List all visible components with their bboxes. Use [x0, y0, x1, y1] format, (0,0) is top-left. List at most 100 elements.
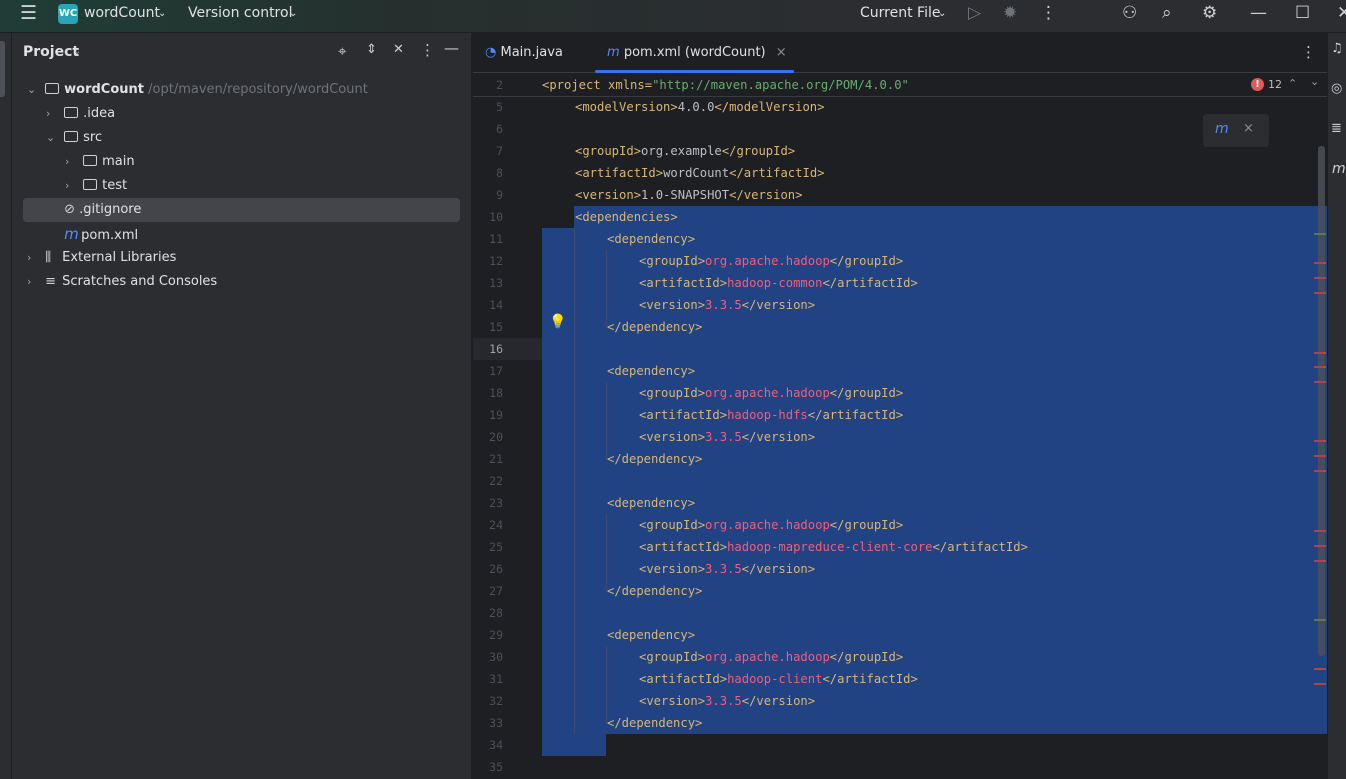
chevron-right-icon[interactable]: › — [65, 150, 79, 174]
project-tool-button[interactable] — [0, 41, 5, 97]
run-icon[interactable]: ▷ — [968, 3, 981, 23]
tree-item-label: main — [102, 154, 135, 169]
code-line: <groupId>org.example</groupId> — [575, 140, 795, 162]
error-stripe-mark[interactable] — [1314, 381, 1326, 383]
options-icon[interactable]: ⋮ — [420, 41, 435, 59]
add-user-icon[interactable]: ⚇ — [1122, 3, 1137, 23]
error-icon[interactable]: ! — [1251, 78, 1264, 91]
error-stripe-mark[interactable] — [1314, 683, 1326, 685]
change-stripe-mark[interactable] — [1314, 233, 1326, 235]
change-stripe-mark[interactable] — [1314, 619, 1326, 621]
prev-error-icon[interactable]: ⌃ — [1288, 77, 1297, 90]
tree-item[interactable]: › ⫼ External Libraries — [23, 246, 460, 270]
module-folder-icon — [45, 82, 64, 97]
code-tag: <artifactId> — [639, 540, 728, 554]
indent-guide — [574, 228, 575, 734]
ai-assistant-icon[interactable]: ◎ — [1331, 81, 1342, 96]
scrollbar[interactable] — [1318, 146, 1325, 656]
code-value: org.apache.hadoop — [705, 254, 830, 268]
code-tag: <groupId> — [639, 386, 706, 400]
error-stripe-mark[interactable] — [1314, 668, 1326, 670]
tree-item[interactable]: › test — [23, 174, 460, 198]
minimize-icon[interactable]: — — [1250, 3, 1267, 23]
selection-highlight — [542, 734, 606, 756]
error-stripe-mark[interactable] — [1314, 545, 1326, 547]
project-selector[interactable]: wordCount — [84, 5, 160, 21]
run-config-selector[interactable]: Current File — [860, 5, 940, 21]
code-tag: </groupId> — [721, 144, 796, 158]
line-number: 28 — [489, 606, 503, 620]
line-number: 23 — [489, 496, 503, 510]
tab-main-java[interactable]: ◔ Main.java — [485, 33, 563, 73]
tree-item[interactable]: › .idea — [23, 102, 460, 126]
next-error-icon[interactable]: ⌄ — [1310, 75, 1319, 88]
error-stripe-mark[interactable] — [1314, 352, 1326, 354]
hide-panel-icon[interactable]: — — [444, 39, 459, 57]
expand-all-icon[interactable]: ⇕ — [366, 42, 377, 57]
line-number: 6 — [496, 122, 503, 136]
code-tag: </artifactId> — [729, 166, 825, 180]
tree-item[interactable]: ⊘ .gitignore — [23, 198, 460, 222]
close-window-icon[interactable]: ✕ — [1337, 3, 1346, 23]
settings-gear-icon[interactable]: ⚙ — [1202, 3, 1217, 23]
chevron-down-icon[interactable]: ⌄ — [27, 78, 41, 102]
chevron-right-icon[interactable]: › — [46, 102, 60, 126]
line-number: 29 — [489, 628, 503, 642]
panel-title[interactable]: Project — [23, 44, 79, 60]
code-line: </dependency> — [607, 580, 702, 602]
code-tag: <artifactId> — [575, 166, 664, 180]
code-tag: </modelVersion> — [714, 100, 825, 114]
tab-options-icon[interactable]: ⋮ — [1301, 43, 1316, 61]
code-line: <dependency> — [607, 492, 695, 514]
version-control-menu[interactable]: Version control — [188, 5, 292, 21]
selection-highlight — [542, 338, 1327, 360]
line-number: 20 — [489, 430, 503, 444]
line-number: 9 — [496, 188, 503, 202]
more-icon[interactable]: ⋮ — [1040, 3, 1057, 23]
error-stripe-mark[interactable] — [1314, 530, 1326, 532]
close-popup-icon[interactable]: × — [1243, 121, 1254, 136]
locate-icon[interactable]: ⌖ — [338, 42, 346, 60]
code-line: <artifactId>hadoop-common</artifactId> — [639, 272, 918, 294]
tab-pom-xml[interactable]: m pom.xml (wordCount) × — [595, 33, 794, 73]
error-stripe-mark[interactable] — [1314, 292, 1326, 294]
maven-tool-icon[interactable]: m — [1332, 161, 1346, 177]
close-tab-icon[interactable]: × — [776, 45, 787, 60]
error-stripe-mark[interactable] — [1314, 366, 1326, 368]
maximize-icon[interactable]: ☐ — [1295, 3, 1310, 23]
lightbulb-icon[interactable]: 💡 — [549, 314, 566, 330]
sticky-line: 2 <project xmlns="http://maven.apache.or… — [473, 74, 1327, 97]
tree-item[interactable]: › ≡ Scratches and Consoles — [23, 270, 460, 294]
tree-item-path: /opt/maven/repository/wordCount — [148, 82, 368, 97]
chevron-right-icon[interactable] — [46, 224, 60, 248]
error-stripe-mark[interactable] — [1314, 440, 1326, 442]
tree-item[interactable]: m pom.xml — [23, 222, 460, 246]
chevron-down-icon[interactable]: ⌄ — [46, 126, 60, 150]
code-value: hadoop-common — [727, 276, 823, 290]
tree-item[interactable]: ⌄ wordCount /opt/maven/repository/wordCo… — [23, 78, 460, 102]
error-stripe-mark[interactable] — [1314, 277, 1326, 279]
maven-reload-icon[interactable]: m — [1215, 121, 1229, 137]
main-menu-icon[interactable]: ☰ — [20, 2, 37, 24]
tree-item[interactable]: › main — [23, 150, 460, 174]
code-string: "http://maven.apache.org/POM/4.0.0" — [652, 78, 909, 92]
chevron-right-icon[interactable] — [46, 198, 60, 222]
code-tag: <groupId> — [639, 518, 706, 532]
chevron-right-icon[interactable]: › — [65, 174, 79, 198]
error-stripe-mark[interactable] — [1314, 560, 1326, 562]
error-stripe-mark[interactable] — [1314, 455, 1326, 457]
collapse-all-icon[interactable]: ✕ — [393, 42, 404, 57]
chevron-right-icon[interactable]: › — [27, 246, 41, 270]
error-count[interactable]: 12 — [1268, 78, 1282, 91]
debug-icon[interactable]: ✹ — [1003, 3, 1017, 23]
chevron-right-icon[interactable]: › — [27, 270, 41, 294]
code-line: <dependencies> — [575, 206, 678, 228]
search-icon[interactable]: ⌕ — [1162, 3, 1172, 23]
tree-item[interactable]: ⌄ src — [23, 126, 460, 150]
error-stripe-mark[interactable] — [1314, 262, 1326, 264]
database-icon[interactable]: ≣ — [1331, 121, 1342, 136]
code-value: hadoop-hdfs — [727, 408, 808, 422]
error-stripe-mark[interactable] — [1314, 470, 1326, 472]
notifications-icon[interactable]: ♫ — [1331, 41, 1343, 56]
code-line: </dependency> — [607, 316, 702, 338]
